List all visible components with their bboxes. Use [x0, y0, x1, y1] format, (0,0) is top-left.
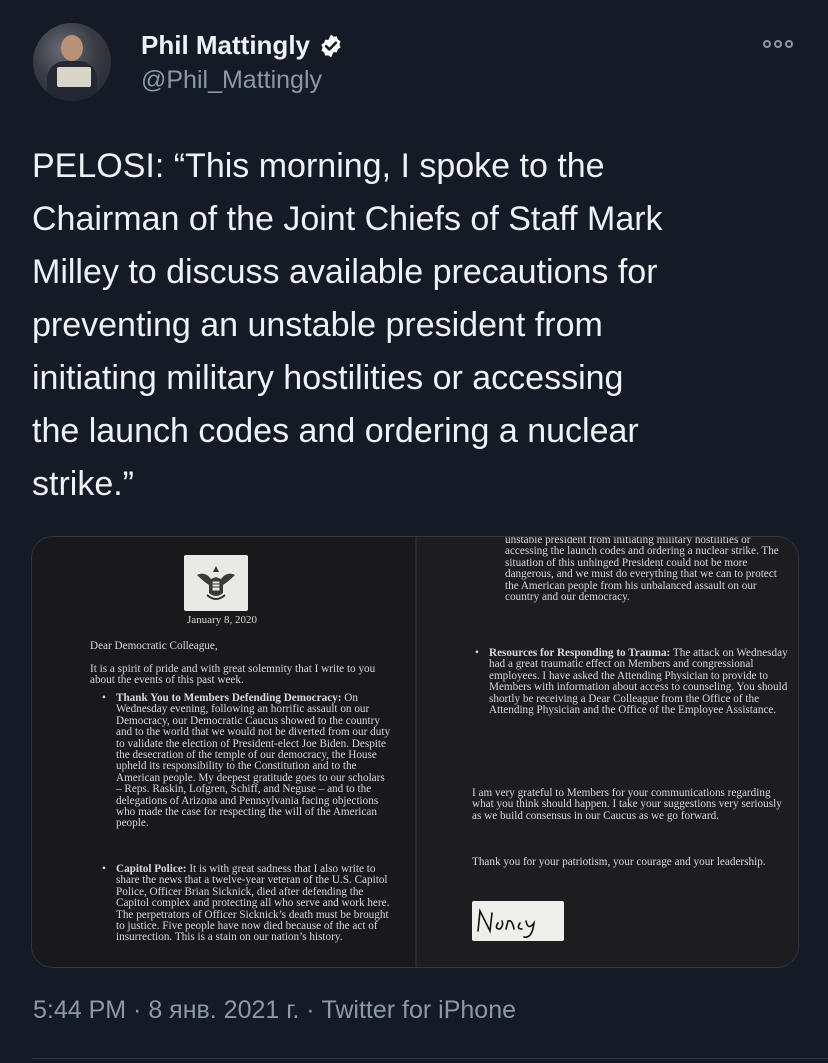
author-avatar[interactable]: [33, 23, 111, 101]
letter-page-right: unstable president from initiating milit…: [417, 537, 798, 967]
more-dot: [785, 40, 793, 48]
letter-item-title: Capitol Police:: [116, 863, 187, 875]
letter-item-body: On Wednesday evening, following an horri…: [116, 692, 391, 830]
letter-item-capitol-police: • Capitol Police: It is with great sadne…: [102, 863, 391, 944]
bottom-divider: [32, 1058, 828, 1059]
letter-item-democracy: • Thank You to Members Defending Democra…: [102, 692, 391, 830]
author-handle[interactable]: @Phil_Mattingly: [141, 66, 322, 95]
letter-page-left: January 8, 2020 Dear Democratic Colleagu…: [32, 537, 415, 967]
letter-item-body: It is with great sadness that I also wri…: [116, 863, 390, 944]
letter-intro: It is a spirit of pride and with great s…: [90, 663, 376, 687]
tweet-meta[interactable]: 5:44 PM · 8 янв. 2021 г. · Twitter for i…: [33, 996, 516, 1025]
bullet: •: [102, 863, 106, 875]
tweet-text: PELOSI: “This morning, I spoke to the Ch…: [32, 147, 663, 503]
letter-item-trauma: • Resources for Responding to Trauma: Th…: [475, 647, 789, 716]
avatar-pizza-boxes: [57, 67, 91, 87]
letter-continuation: unstable president from initiating milit…: [505, 536, 779, 604]
bullet: •: [102, 692, 106, 704]
letter-date: January 8, 2020: [187, 614, 257, 626]
signature-image: [472, 901, 564, 941]
avatar-head: [61, 35, 83, 61]
author-name[interactable]: Phil Mattingly: [141, 30, 310, 61]
letter-closing-thanks: Thank you for your patriotism, your cour…: [472, 856, 766, 868]
great-seal-icon: [184, 555, 248, 611]
tweet-media-image[interactable]: January 8, 2020 Dear Democratic Colleagu…: [31, 536, 799, 968]
letter-closing-gratitude: I am very grateful to Members for your c…: [472, 787, 782, 822]
bullet: •: [475, 647, 479, 659]
letter-item-title: Thank You to Members Defending Democracy…: [116, 692, 342, 704]
more-options-icon[interactable]: [763, 37, 797, 51]
verified-badge-icon: [321, 34, 341, 57]
author-name-row[interactable]: Phil Mattingly: [141, 30, 344, 61]
more-dot: [763, 40, 771, 48]
letter-item-title: Resources for Responding to Trauma:: [489, 647, 671, 659]
letter-greeting: Dear Democratic Colleague,: [90, 640, 218, 652]
more-dot: [774, 40, 782, 48]
